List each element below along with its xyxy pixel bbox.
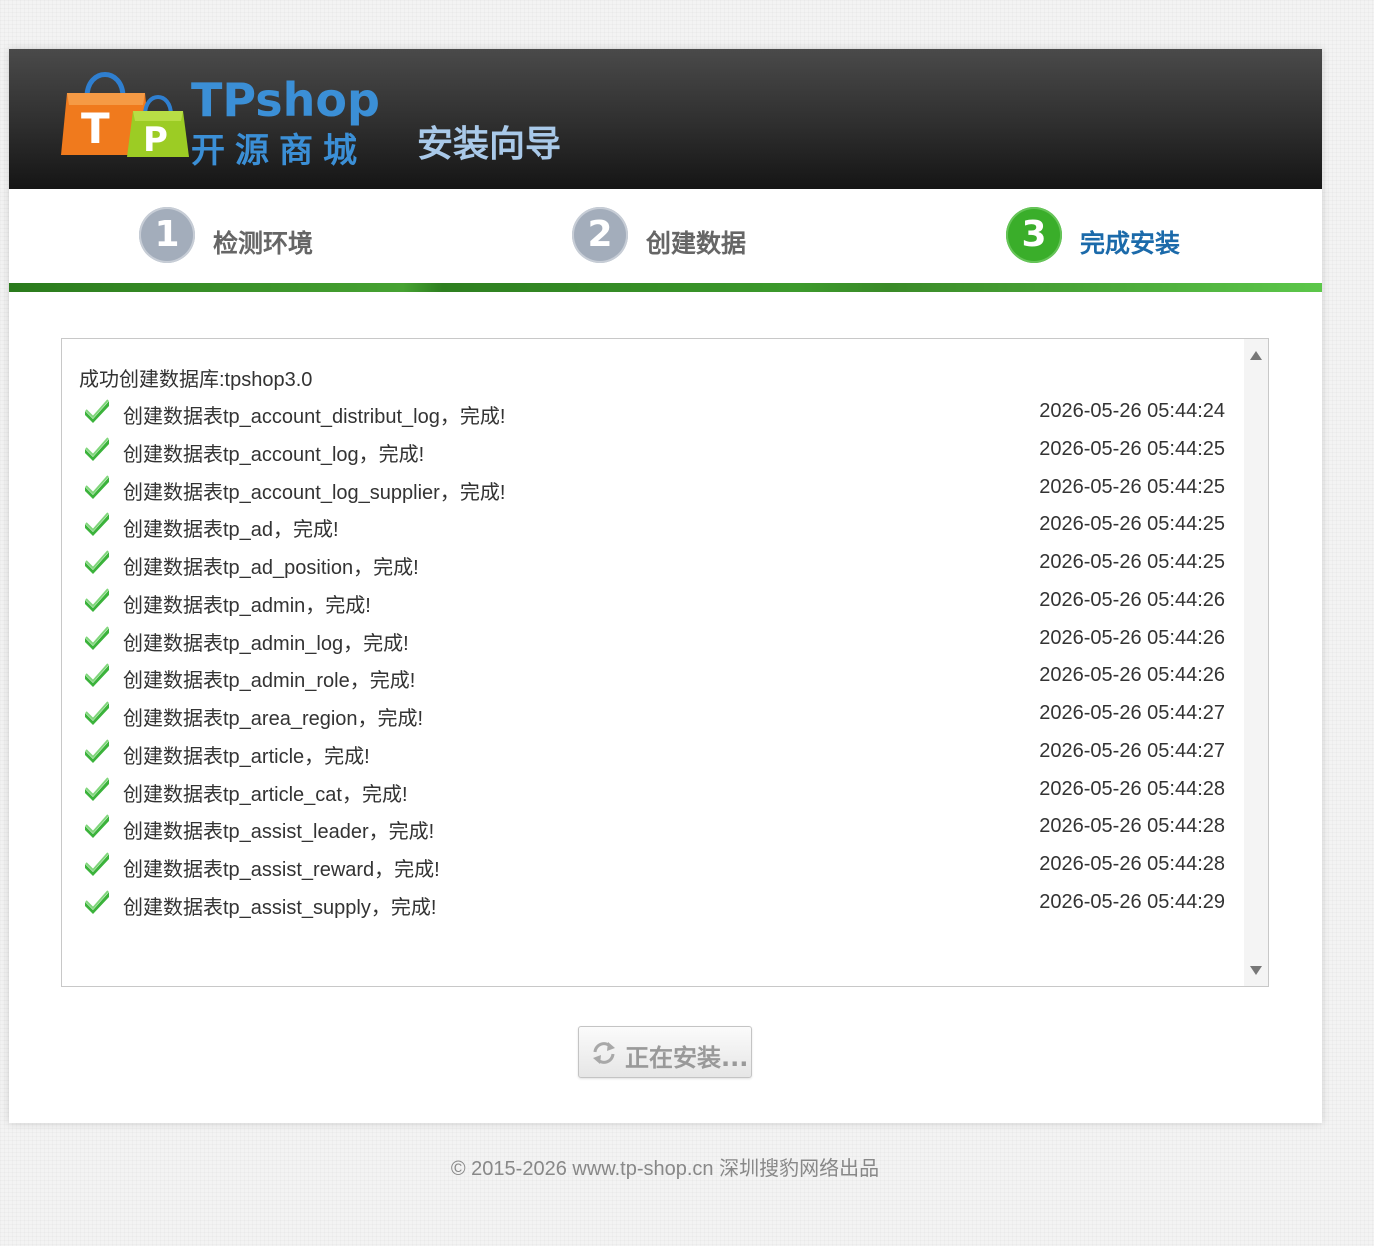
log-timestamp: 2026-05-26 05:44:27 <box>1039 702 1225 724</box>
log-timestamp: 2026-05-26 05:44:25 <box>1039 437 1225 460</box>
log-row: 创建数据表tp_ad_position，完成! 2026-05-26 05:44… <box>62 545 1242 583</box>
check-icon <box>85 474 109 499</box>
log-row: 创建数据表tp_area_region，完成! 2026-05-26 05:44… <box>62 696 1242 734</box>
log-row: 创建数据表tp_account_log，完成! 2026-05-26 05:44… <box>62 432 1242 470</box>
check-icon <box>85 701 109 725</box>
installing-button[interactable]: 正在安装... <box>578 1026 752 1078</box>
wizard-title: 安装向导 <box>417 124 562 165</box>
log-row: 创建数据表tp_article_cat，完成! 2026-05-26 05:44… <box>62 772 1242 810</box>
log-row: 创建数据表tp_article，完成! 2026-05-26 05:44:27 <box>62 734 1242 772</box>
log-timestamp: 2026-05-26 05:44:28 <box>1039 777 1225 800</box>
log-message: 创建数据表tp_account_distribut_log，完成! <box>123 406 506 428</box>
log-message: 创建数据表tp_assist_reward，完成! <box>123 859 440 881</box>
log-row: 创建数据表tp_admin_role，完成! 2026-05-26 05:44:… <box>62 658 1242 696</box>
step-number: 2 <box>572 207 628 263</box>
install-wizard: T P TPshop 开源商城 安装向导 1 检测环境 2 创建数据 3 完成安… <box>9 49 1322 1123</box>
check-icon <box>85 625 109 650</box>
log-message: 创建数据表tp_article，完成! <box>123 745 370 768</box>
step-number: 3 <box>1006 207 1062 263</box>
log-message: 创建数据表tp_ad_position，完成! <box>123 557 419 579</box>
log-timestamp: 2026-05-26 05:44:26 <box>1039 588 1225 611</box>
log-timestamp: 2026-05-26 05:44:25 <box>1039 513 1225 536</box>
logo-text-cn: 开源商城 <box>191 131 367 171</box>
db-created-line: 成功创建数据库:tpshop3.0 <box>79 369 313 391</box>
check-icon <box>85 550 109 574</box>
log-row: 创建数据表tp_admin，完成! 2026-05-26 05:44:26 <box>62 583 1242 621</box>
svg-text:T: T <box>81 104 110 153</box>
log-message: 创建数据表tp_account_log_supplier，完成! <box>123 481 506 504</box>
log-row: 创建数据表tp_account_log_supplier，完成! 2026-05… <box>62 470 1242 508</box>
log-message: 创建数据表tp_ad，完成! <box>123 519 339 542</box>
scrollbar[interactable] <box>1244 339 1268 986</box>
check-icon <box>85 663 109 688</box>
step-indicator: 1 检测环境 2 创建数据 3 完成安装 <box>9 189 1322 295</box>
log-row: 创建数据表tp_assist_reward，完成! 2026-05-26 05:… <box>62 847 1242 885</box>
header: T P TPshop 开源商城 安装向导 <box>9 49 1322 189</box>
check-icon <box>85 814 109 839</box>
log-row: 创建数据表tp_assist_supply，完成! 2026-05-26 05:… <box>62 885 1242 923</box>
log-message: 创建数据表tp_admin_role，完成! <box>123 670 416 693</box>
log-message: 创建数据表tp_area_region，完成! <box>123 708 424 730</box>
step-label: 创建数据 <box>646 229 747 258</box>
check-icon <box>85 890 109 914</box>
log-timestamp: 2026-05-26 05:44:29 <box>1039 890 1225 913</box>
check-icon <box>85 437 109 461</box>
scroll-down-icon[interactable] <box>1250 966 1262 975</box>
log-message: 创建数据表tp_assist_leader，完成! <box>123 821 435 844</box>
footer-copyright: © 2015-2026 www.tp-shop.cn 深圳搜豹网络出品 <box>450 1158 880 1180</box>
log-timestamp: 2026-05-26 05:44:28 <box>1039 853 1225 875</box>
log-message: 创建数据表tp_article_cat，完成! <box>123 783 408 806</box>
log-timestamp: 2026-05-26 05:44:28 <box>1039 815 1225 838</box>
scroll-up-icon[interactable] <box>1250 351 1262 360</box>
check-icon <box>85 852 109 876</box>
log-row: 创建数据表tp_assist_leader，完成! 2026-05-26 05:… <box>62 809 1242 847</box>
check-icon <box>85 399 109 423</box>
check-icon <box>85 512 109 537</box>
check-icon <box>85 588 109 612</box>
step-label: 检测环境 <box>213 229 314 258</box>
refresh-icon <box>593 1042 615 1064</box>
check-icon <box>85 739 109 763</box>
log-timestamp: 2026-05-26 05:44:27 <box>1039 739 1225 762</box>
log-row: 创建数据表tp_account_distribut_log，完成! 2026-0… <box>62 394 1242 432</box>
log-timestamp: 2026-05-26 05:44:25 <box>1039 551 1225 573</box>
log-message: 创建数据表tp_admin_log，完成! <box>123 632 409 655</box>
log-message: 创建数据表tp_admin，完成! <box>123 594 371 617</box>
logo-text-en: TPshop <box>191 73 380 127</box>
step-label: 完成安装 <box>1080 229 1181 258</box>
log-row: 创建数据表tp_admin_log，完成! 2026-05-26 05:44:2… <box>62 621 1242 659</box>
step-number: 1 <box>139 207 195 263</box>
svg-text:P: P <box>143 120 168 160</box>
install-log[interactable]: 成功创建数据库:tpshop3.0 创建数据表tp_account_distri… <box>61 338 1269 987</box>
log-timestamp: 2026-05-26 05:44:25 <box>1039 475 1225 498</box>
log-message: 创建数据表tp_account_log，完成! <box>123 443 425 466</box>
log-timestamp: 2026-05-26 05:44:24 <box>1039 400 1225 422</box>
installing-button-label: 正在安装... <box>625 1044 749 1072</box>
log-rows: 创建数据表tp_account_distribut_log，完成! 2026-0… <box>62 394 1242 923</box>
log-timestamp: 2026-05-26 05:44:26 <box>1039 626 1225 649</box>
progress-bar <box>9 283 1322 292</box>
log-timestamp: 2026-05-26 05:44:26 <box>1039 664 1225 687</box>
check-icon <box>85 776 109 801</box>
log-message: 创建数据表tp_assist_supply，完成! <box>123 896 437 919</box>
log-row: 创建数据表tp_ad，完成! 2026-05-26 05:44:25 <box>62 507 1242 545</box>
